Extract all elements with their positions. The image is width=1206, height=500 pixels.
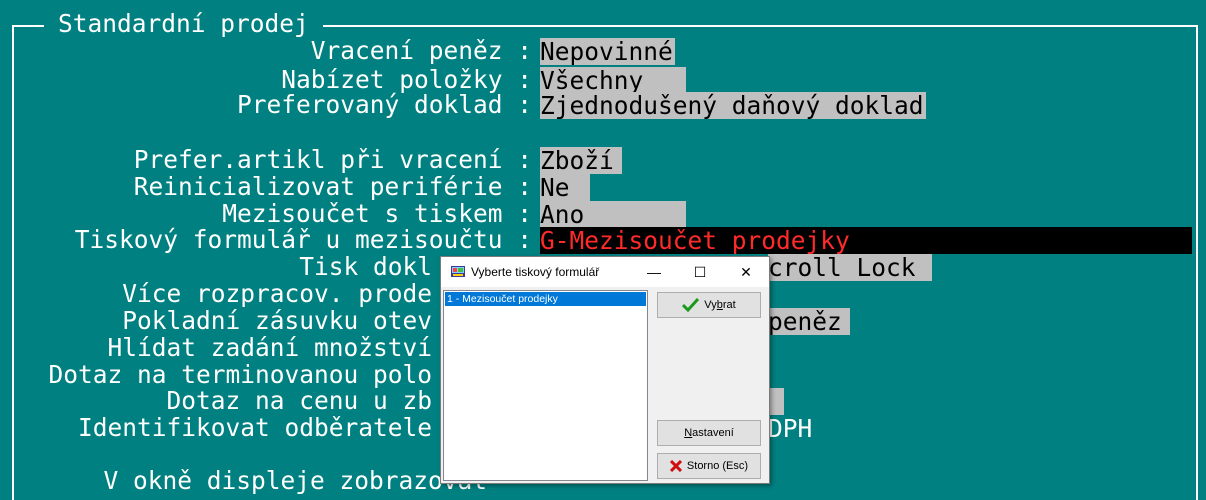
setting-label: Pokladní zásuvku otev (122, 306, 432, 335)
print-form-dialog[interactable]: Vyberte tiskový formulář — ☐ ✕ 1 - Mezis… (440, 256, 770, 484)
select-button-label: Vybrat (704, 299, 736, 311)
setting-row-reinit-peripherals[interactable]: Reinicializovat periférie : Ne (0, 172, 1206, 201)
setting-label: Vracení peněz : (310, 36, 532, 65)
setting-value[interactable]: Zboží (540, 147, 622, 174)
setting-label: V okně displeje zobrazovat (103, 466, 487, 495)
app-icon (451, 266, 465, 277)
setting-row-refund[interactable]: Vracení peněz : Nepovinné (0, 36, 1206, 65)
setting-row-prefer-article[interactable]: Prefer.artikl při vracení : Zboží (0, 145, 1206, 174)
settings-button[interactable]: Nastavení (657, 420, 761, 446)
dialog-titlebar[interactable]: Vyberte tiskový formulář — ☐ ✕ (441, 257, 769, 287)
cancel-button-label: Storno (Esc) (686, 460, 749, 472)
settings-button-label: Nastavení (684, 427, 734, 439)
minimize-icon[interactable]: — (631, 257, 677, 287)
setting-label: Dotaz na cenu u zb (166, 386, 432, 415)
setting-value[interactable]: Zjednodušený daňový doklad (540, 92, 926, 119)
setting-value[interactable]: Ano (540, 201, 686, 228)
setting-row-subtotal-print[interactable]: Mezisoučet s tiskem : Ano (0, 199, 1206, 228)
close-icon[interactable]: ✕ (723, 257, 769, 287)
setting-label: Reinicializovat periférie : (133, 172, 532, 201)
setting-label: Preferovaný doklad : (236, 90, 532, 119)
setting-value[interactable]: Ne (540, 174, 590, 201)
cancel-button[interactable]: Storno (Esc) (657, 453, 761, 479)
setting-value[interactable] (768, 388, 784, 415)
cancel-x-icon (669, 460, 682, 472)
setting-label: Identifikovat odběratele (77, 413, 432, 442)
setting-label: Prefer.artikl při vracení : (133, 145, 532, 174)
setting-row-print-form[interactable]: Tiskový formulář u mezisoučtu : G-Meziso… (0, 225, 1206, 254)
select-button[interactable]: Vybrat (657, 292, 761, 318)
setting-label: Hlídat zadání množství (107, 333, 432, 362)
setting-label: Dotaz na terminovanou polo (48, 360, 432, 389)
setting-label: Tiskový formulář u mezisoučtu : (74, 225, 532, 254)
section-title: Standardní prodej (44, 9, 323, 39)
maximize-icon[interactable]: ☐ (677, 257, 723, 287)
setting-label: Mezisoučet s tiskem : (222, 199, 532, 228)
setting-value-active[interactable]: G-Mezisoučet prodejky (540, 227, 1192, 254)
list-item[interactable]: 1 - Mezisoučet prodejky (445, 292, 646, 306)
setting-value[interactable]: peněz (768, 308, 850, 335)
dialog-title: Vyberte tiskový formulář (471, 265, 600, 279)
setting-value[interactable]: Nepovinné (540, 38, 675, 65)
checkmark-icon (682, 298, 700, 312)
setting-value[interactable]: DPH (768, 415, 814, 442)
setting-label: Tisk dokl (299, 252, 432, 281)
setting-label: Více rozpracov. prode (122, 279, 432, 308)
setting-row-preferred-document[interactable]: Preferovaný doklad : Zjednodušený daňový… (0, 90, 1206, 119)
form-listbox[interactable]: 1 - Mezisoučet prodejky (443, 290, 648, 481)
setting-value[interactable]: croll Lock (768, 254, 932, 281)
